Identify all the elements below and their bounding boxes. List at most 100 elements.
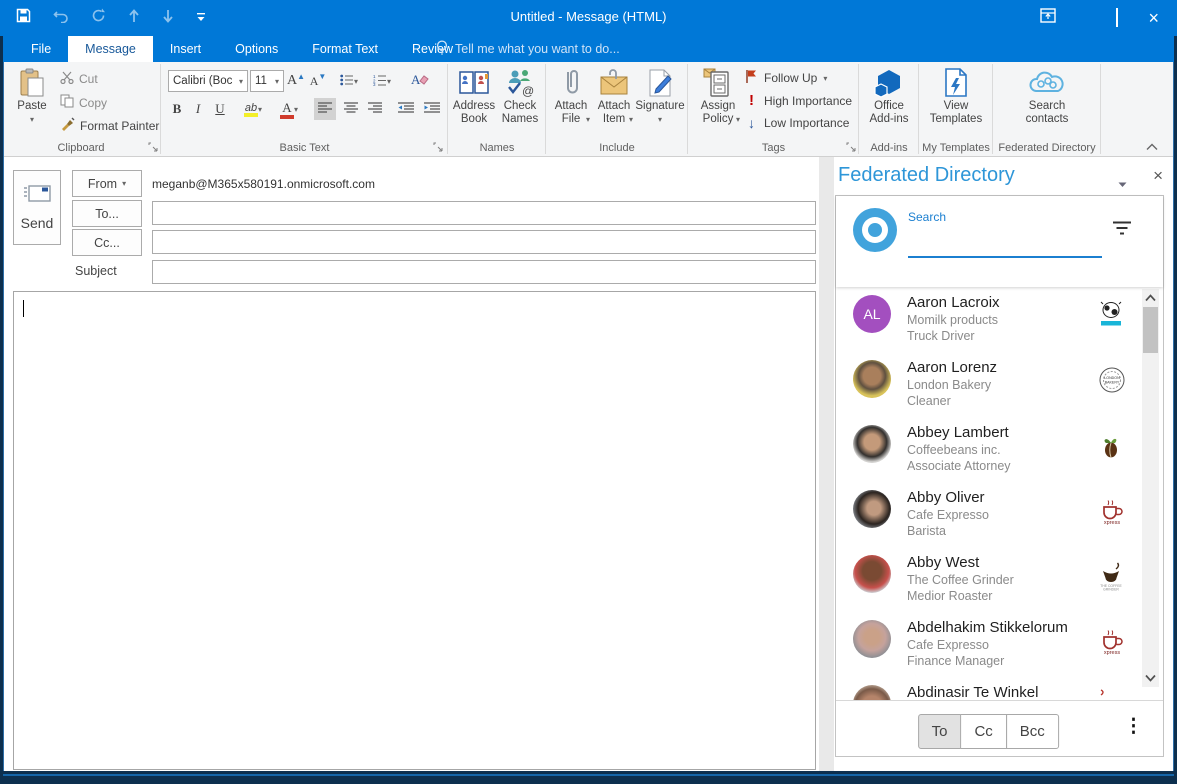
- subject-field[interactable]: [152, 260, 816, 284]
- contact-row[interactable]: Abdelhakim Stikkelorum Cafe Expresso Fin…: [836, 616, 1163, 681]
- follow-up-button[interactable]: Follow Up ▾: [745, 69, 827, 87]
- to-toggle-button[interactable]: To: [918, 714, 962, 749]
- close-window-button[interactable]: ×: [1148, 10, 1159, 26]
- collapse-ribbon-icon[interactable]: [1146, 138, 1158, 156]
- office-addins-button[interactable]: Office Add-ins: [862, 66, 916, 126]
- pane-close-button[interactable]: ×: [1153, 166, 1163, 186]
- tags-dialog-launcher-icon[interactable]: [846, 139, 858, 151]
- clear-formatting-button[interactable]: A: [406, 70, 434, 92]
- pane-menu-caret-icon[interactable]: [1118, 175, 1127, 193]
- basic-text-dialog-launcher-icon[interactable]: [433, 139, 445, 151]
- basic-text-group-label: Basic Text: [162, 142, 447, 154]
- signature-button[interactable]: Signature ▾: [635, 66, 685, 126]
- contact-list-scrollbar[interactable]: [1142, 289, 1159, 687]
- svg-text:xpress: xpress: [1104, 520, 1120, 526]
- from-button[interactable]: From ▾: [72, 170, 142, 197]
- cut-button[interactable]: Cut: [60, 71, 98, 87]
- increase-indent-button[interactable]: [420, 98, 444, 120]
- avatar-photo: [853, 425, 891, 463]
- tab-options[interactable]: Options: [218, 36, 295, 62]
- low-importance-button[interactable]: ↓ Low Importance: [745, 115, 849, 131]
- cc-label: Cc...: [94, 236, 120, 250]
- tab-message[interactable]: Message: [68, 36, 153, 62]
- send-button[interactable]: Send: [13, 170, 61, 245]
- cc-button[interactable]: Cc...: [72, 229, 142, 256]
- view-templates-button[interactable]: View Templates: [922, 66, 990, 126]
- grow-font-button[interactable]: A▲: [286, 70, 306, 92]
- scroll-up-icon[interactable]: [1142, 289, 1159, 307]
- format-painter-button[interactable]: Format Painter: [60, 117, 159, 134]
- addins-group-label: Add-ins: [860, 142, 918, 154]
- contact-company: London Bakery: [907, 378, 991, 392]
- address-book-button[interactable]: Address Book: [451, 66, 497, 126]
- tab-file[interactable]: File: [14, 36, 68, 62]
- cc-field[interactable]: [152, 230, 816, 254]
- to-button[interactable]: To...: [72, 200, 142, 227]
- my-templates-group-label: My Templates: [920, 142, 992, 154]
- clipboard-dialog-launcher-icon[interactable]: [148, 139, 160, 151]
- align-left-button[interactable]: [314, 98, 336, 120]
- scrollbar-thumb[interactable]: [1143, 307, 1158, 353]
- format-painter-label: Format Painter: [80, 119, 159, 133]
- message-body[interactable]: [13, 291, 816, 770]
- tell-me-box[interactable]: Tell me what you want to do...: [436, 36, 620, 62]
- from-label: From: [88, 177, 117, 191]
- bold-button[interactable]: B: [168, 98, 186, 120]
- group-addins: Office Add-ins Add-ins: [860, 62, 918, 156]
- high-importance-button[interactable]: ! High Importance: [745, 92, 852, 109]
- font-name-dropdown[interactable]: Calibri (Boc ▾: [168, 70, 248, 92]
- window-border: [0, 771, 1177, 784]
- coffee-grinder-logo: THE COFFEEGRINDER: [1098, 561, 1126, 593]
- more-options-icon[interactable]: ⋮: [1124, 715, 1143, 738]
- shrink-font-button[interactable]: A▼: [308, 70, 328, 92]
- check-names-label: Check Names: [497, 100, 543, 126]
- font-color-button[interactable]: A ▾: [274, 98, 304, 120]
- coffeebeans-logo: [1098, 431, 1126, 463]
- contact-row[interactable]: Abby West The Coffee Grinder Medior Roas…: [836, 551, 1163, 616]
- decrease-indent-button[interactable]: [394, 98, 418, 120]
- cloud-contacts-icon: [1027, 66, 1067, 100]
- copy-button[interactable]: Copy: [60, 94, 107, 111]
- ribbon: Paste ▾ Cut Copy Format Painter Clipboar…: [0, 62, 1177, 157]
- filter-icon[interactable]: [1112, 220, 1132, 241]
- align-right-button[interactable]: [364, 98, 386, 120]
- numbering-button[interactable]: 123 ▾: [368, 70, 396, 92]
- pane-splitter[interactable]: [819, 157, 834, 771]
- highlight-caret-icon: ▾: [258, 105, 262, 114]
- group-include: Attach File▾ Attach Item▾ Signature ▾ In…: [547, 62, 687, 156]
- svg-text:BAKERY: BAKERY: [1105, 381, 1120, 385]
- assign-policy-button[interactable]: Assign Policy▾: [695, 66, 741, 126]
- paste-button[interactable]: Paste ▾: [10, 66, 54, 126]
- align-center-button[interactable]: [340, 98, 362, 120]
- ribbon-display-options-icon[interactable]: [1040, 8, 1056, 28]
- underline-button[interactable]: U: [210, 98, 230, 120]
- maximize-button[interactable]: [1116, 9, 1118, 27]
- paste-label: Paste: [17, 100, 46, 113]
- cc-toggle-button[interactable]: Cc: [960, 714, 1006, 749]
- to-field[interactable]: [152, 201, 816, 225]
- font-size-caret-icon: ▾: [275, 77, 279, 86]
- contact-row[interactable]: Abdinasir Te Winkel: [836, 681, 1163, 700]
- search-input[interactable]: [908, 256, 1102, 258]
- contact-row[interactable]: Aaron Lorenz London Bakery Cleaner LONDO…: [836, 356, 1163, 421]
- search-contacts-button[interactable]: Search contacts: [996, 66, 1098, 126]
- contact-row[interactable]: Abbey Lambert Coffeebeans inc. Associate…: [836, 421, 1163, 486]
- attach-file-button[interactable]: Attach File▾: [549, 66, 593, 126]
- italic-button[interactable]: I: [190, 98, 206, 120]
- attach-item-button[interactable]: Attach Item▾: [593, 66, 635, 126]
- tab-format-text[interactable]: Format Text: [295, 36, 395, 62]
- scroll-down-icon[interactable]: [1142, 669, 1159, 687]
- bullets-button[interactable]: ▾: [336, 70, 362, 92]
- paperclip-icon: [562, 66, 580, 100]
- group-divider: [545, 64, 546, 154]
- view-templates-icon: [943, 66, 969, 100]
- contact-row[interactable]: Abby Oliver Cafe Expresso Barista xpress: [836, 486, 1163, 551]
- attach-file-caret-icon: ▾: [586, 113, 590, 126]
- tab-insert[interactable]: Insert: [153, 36, 218, 62]
- font-size-dropdown[interactable]: 11 ▾: [250, 70, 284, 92]
- bcc-toggle-button[interactable]: Bcc: [1006, 714, 1059, 749]
- check-names-button[interactable]: @ Check Names: [497, 66, 543, 126]
- text-highlight-button[interactable]: ab ▾: [238, 98, 268, 120]
- low-importance-icon: ↓: [745, 115, 758, 131]
- contact-row[interactable]: AL Aaron Lacroix Momilk products Truck D…: [836, 291, 1163, 356]
